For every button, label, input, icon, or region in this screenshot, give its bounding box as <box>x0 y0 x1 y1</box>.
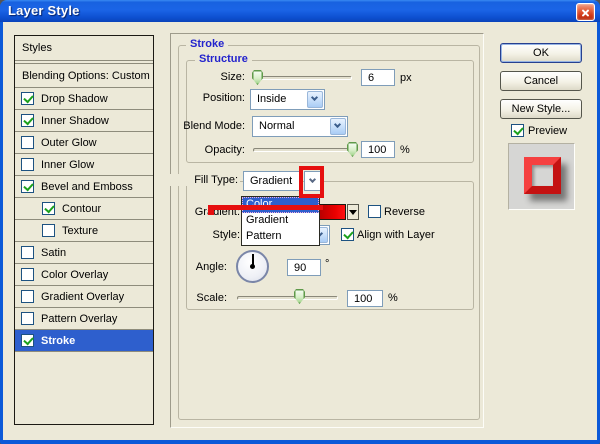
style-item-color-overlay[interactable]: Color Overlay <box>15 264 153 286</box>
styles-panel-header: Styles <box>22 42 52 54</box>
size-field[interactable]: 6 <box>361 69 395 86</box>
gradient-picker-button[interactable] <box>347 204 359 220</box>
style-item-pattern-overlay[interactable]: Pattern Overlay <box>15 308 153 330</box>
title-bar[interactable]: Layer Style <box>0 0 600 22</box>
preview-stroke-square <box>524 157 561 194</box>
cancel-button[interactable]: Cancel <box>500 71 582 91</box>
fill-group <box>186 181 474 310</box>
scale-label: Scale: <box>196 292 227 304</box>
blend-mode-combobox[interactable]: Normal <box>252 116 348 137</box>
scale-slider-track[interactable] <box>237 296 338 300</box>
opacity-label: Opacity: <box>204 144 245 156</box>
style-item-label: Inner Shadow <box>41 114 109 127</box>
style-item-inner-glow[interactable]: Inner Glow <box>15 154 153 176</box>
angle-unit: ° <box>325 258 330 270</box>
checkbox-satin[interactable] <box>21 246 34 259</box>
new-style-button[interactable]: New Style... <box>500 99 582 119</box>
style-item-label: Inner Glow <box>41 158 95 171</box>
checkbox-bevel-and-emboss[interactable] <box>21 180 34 193</box>
style-item-texture[interactable]: Texture <box>15 220 153 242</box>
fill-type-label: Fill Type: <box>168 174 240 186</box>
style-item-gradient-overlay[interactable]: Gradient Overlay <box>15 286 153 308</box>
checkbox-pattern-overlay[interactable] <box>21 312 34 325</box>
angle-field[interactable]: 90 <box>287 259 321 276</box>
checkbox-contour[interactable] <box>42 202 55 215</box>
style-item-label: Contour <box>62 202 102 215</box>
style-item-bevel-and-emboss[interactable]: Bevel and Emboss <box>15 176 153 198</box>
fill-type-value: Gradient <box>250 175 293 187</box>
blend-mode-value: Normal <box>259 120 295 132</box>
size-unit: px <box>400 72 412 84</box>
reverse-checkbox[interactable] <box>368 205 381 218</box>
size-label: Size: <box>220 71 245 83</box>
checkbox-texture[interactable] <box>42 224 55 237</box>
style-item-label: Stroke <box>41 334 76 347</box>
style-item-label: Texture <box>62 224 99 237</box>
align-with-layer-label: Align with Layer <box>357 229 435 241</box>
checkbox-inner-glow[interactable] <box>21 158 34 171</box>
fill-type-dropdown-list: Color Gradient Pattern <box>241 196 320 246</box>
align-with-layer-checkbox[interactable] <box>341 228 354 241</box>
dropdown-option-gradient[interactable]: Gradient <box>242 213 319 229</box>
blend-mode-label: Blend Mode: <box>183 120 245 132</box>
position-value: Inside <box>257 93 287 105</box>
annotation-highlight-rect <box>299 166 324 198</box>
style-preview-thumbnail <box>508 143 575 210</box>
preview-checkbox[interactable] <box>511 124 524 137</box>
style-item-label: Color Overlay <box>41 268 109 281</box>
close-button[interactable] <box>576 3 595 21</box>
style-item-label: Pattern Overlay <box>41 312 118 325</box>
dropdown-option-pattern[interactable]: Pattern <box>242 229 319 245</box>
stroke-group-label: Stroke <box>186 38 229 50</box>
chevron-down-icon[interactable] <box>330 118 346 135</box>
checkbox-inner-shadow[interactable] <box>21 114 34 127</box>
window-title: Layer Style <box>8 3 80 18</box>
checkbox-outer-glow[interactable] <box>21 136 34 149</box>
chevron-glyph <box>333 120 342 129</box>
style-item-drop-shadow[interactable]: Drop Shadow <box>15 88 153 110</box>
chevron-down-icon[interactable] <box>307 91 323 108</box>
fill-type-combobox[interactable]: Gradient <box>243 171 303 191</box>
structure-group-label: Structure <box>195 53 252 65</box>
chevron-glyph <box>310 93 319 102</box>
annotation-underline <box>208 205 323 210</box>
gradient-style-label: Style: <box>212 229 240 241</box>
styles-panel: Styles Blending Options: Custom Drop Sha… <box>14 35 154 425</box>
opacity-slider-track[interactable] <box>253 148 352 152</box>
checkbox-drop-shadow[interactable] <box>21 92 34 105</box>
style-item-blending-options[interactable]: Blending Options: Custom <box>15 64 153 88</box>
angle-dial[interactable] <box>236 250 269 283</box>
scale-field[interactable]: 100 <box>347 290 383 307</box>
size-slider-track[interactable] <box>253 76 352 80</box>
style-item-label: Satin <box>41 246 67 259</box>
angle-label: Angle: <box>195 261 227 273</box>
opacity-field[interactable]: 100 <box>361 141 395 158</box>
position-combobox[interactable]: Inside <box>250 89 325 110</box>
style-item-label: Drop Shadow <box>41 92 108 105</box>
opacity-unit: % <box>400 144 410 156</box>
layer-style-dialog: Layer Style Styles Blending Options: Cus… <box>0 0 600 444</box>
triangle-down-icon <box>349 210 357 219</box>
checkbox-gradient-overlay[interactable] <box>21 290 34 303</box>
style-item-stroke[interactable]: Stroke <box>15 330 153 352</box>
angle-hub <box>250 264 255 269</box>
checkbox-stroke[interactable] <box>21 334 34 347</box>
scale-unit: % <box>388 292 398 304</box>
style-item-outer-glow[interactable]: Outer Glow <box>15 132 153 154</box>
style-item-label: Outer Glow <box>41 136 97 149</box>
style-item-label: Bevel and Emboss <box>41 180 133 193</box>
style-item-satin[interactable]: Satin <box>15 242 153 264</box>
reverse-label: Reverse <box>384 206 425 218</box>
style-item-label: Gradient Overlay <box>41 290 125 303</box>
checkbox-color-overlay[interactable] <box>21 268 34 281</box>
style-item-inner-shadow[interactable]: Inner Shadow <box>15 110 153 132</box>
position-label: Position: <box>202 92 245 104</box>
preview-label: Preview <box>528 125 568 137</box>
style-item-contour[interactable]: Contour <box>15 198 153 220</box>
annotation-underline-end <box>208 210 214 215</box>
ok-button[interactable]: OK <box>500 43 582 63</box>
